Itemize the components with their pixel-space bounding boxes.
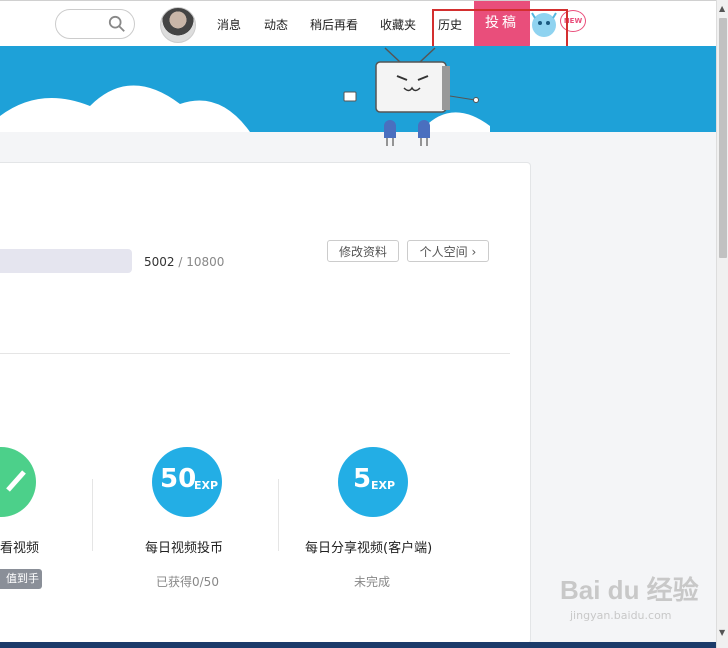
checkmark-icon	[6, 470, 26, 492]
nav-favorites[interactable]: 收藏夹	[380, 16, 416, 33]
task-watch-title: 看视频	[0, 541, 40, 556]
nav-messages[interactable]: 消息	[217, 16, 241, 33]
top-nav-bar: 消息 动态 稍后再看 收藏夹 历史 投稿 NEW	[0, 0, 716, 49]
task-coin-unit: EXP	[194, 479, 219, 492]
watermark: Bai du 经验 jingyan.baidu.com	[560, 570, 699, 622]
exp-counter: 5002 / 10800	[144, 255, 224, 269]
watermark-url: jingyan.baidu.com	[570, 609, 672, 622]
watermark-logo: Bai du 经验	[560, 575, 699, 605]
nav-watch-later[interactable]: 稍后再看	[310, 16, 358, 33]
personal-space-button[interactable]: 个人空间 ›	[407, 240, 489, 262]
section-divider	[0, 353, 510, 354]
scroll-down-icon[interactable]: ▼	[719, 628, 725, 637]
task-separator	[92, 479, 93, 551]
task-share-unit: EXP	[371, 479, 396, 492]
task-watch-badge	[0, 447, 36, 517]
task-coin-points: 50	[160, 464, 197, 494]
task-watch-tag: 值到手	[0, 569, 42, 589]
exp-current: 5002	[144, 255, 175, 269]
banner-art	[0, 47, 490, 132]
os-taskbar	[0, 642, 716, 648]
task-share-status: 未完成	[354, 575, 391, 589]
scrollbar-thumb[interactable]	[719, 18, 727, 258]
chevron-right-icon: ›	[471, 245, 477, 259]
task-coin-status: 已获得0/50	[156, 575, 219, 589]
chibi-figures-legs	[378, 126, 438, 150]
search-icon[interactable]	[108, 15, 126, 33]
task-share-badge: 5 EXP	[338, 447, 408, 517]
exp-max: 10800	[186, 255, 225, 269]
header-banner	[0, 46, 716, 132]
user-avatar[interactable]	[160, 7, 196, 43]
search-input[interactable]	[55, 9, 135, 39]
nav-dynamics[interactable]: 动态	[264, 16, 288, 33]
profile-card: 5002 / 10800 修改资料 个人空间 › 看视频 值到手 50 EXP …	[0, 162, 531, 644]
task-share-points: 5	[353, 464, 372, 494]
small-tv-icon	[343, 91, 357, 102]
scroll-up-icon[interactable]: ▲	[719, 4, 725, 13]
vertical-scrollbar[interactable]: ▲ ▼	[716, 0, 728, 648]
exp-progress-bar	[0, 249, 132, 273]
tv-mascot-icon	[375, 47, 479, 113]
task-share-title: 每日分享视频(客户端)	[305, 541, 433, 556]
exp-separator: /	[178, 255, 183, 269]
task-coin-title: 每日视频投币	[145, 541, 224, 556]
personal-space-label: 个人空间	[419, 245, 468, 259]
task-coin-badge: 50 EXP	[152, 447, 222, 517]
task-separator	[278, 479, 279, 551]
edit-profile-button[interactable]: 修改资料	[327, 240, 399, 262]
